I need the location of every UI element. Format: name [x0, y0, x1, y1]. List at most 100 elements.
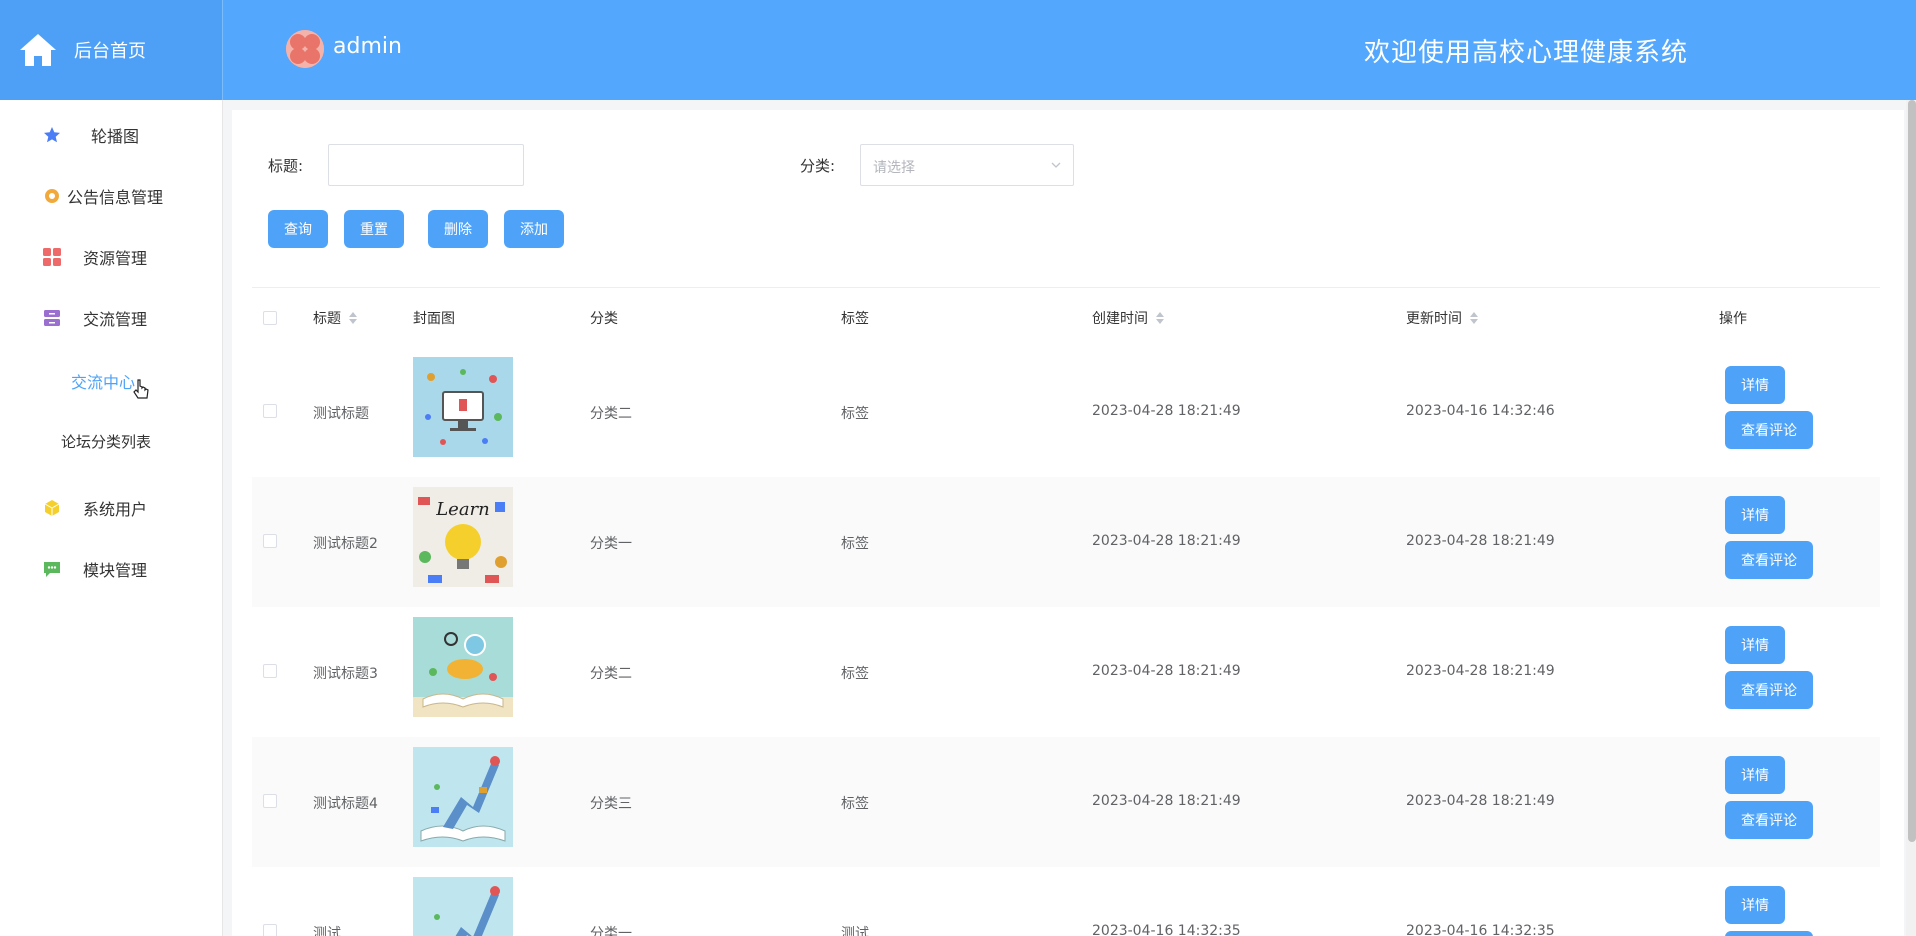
column-header-updated[interactable]: 更新时间 — [1406, 308, 1478, 328]
home-icon — [20, 34, 56, 66]
row-updated: 2023-04-16 14:32:46 — [1406, 403, 1555, 419]
row-tag: 标签 — [841, 666, 869, 682]
detail-button[interactable]: 详情 — [1725, 626, 1785, 664]
row-created: 2023-04-28 18:21:49 — [1092, 533, 1241, 549]
title-filter-input[interactable] — [328, 144, 524, 186]
archive-icon — [43, 309, 61, 327]
add-button[interactable]: 添加 — [504, 210, 564, 248]
sort-icon[interactable] — [1470, 312, 1478, 324]
sidebar-item-label: 模块管理 — [83, 561, 148, 580]
cube-icon — [43, 499, 61, 517]
chat-icon — [43, 560, 61, 578]
view-comments-button[interactable]: 查看评论 — [1725, 411, 1813, 449]
row-checkbox[interactable] — [263, 924, 277, 936]
row-category: 分类一 — [590, 536, 632, 552]
row-updated: 2023-04-16 14:32:35 — [1406, 923, 1555, 936]
sidebar: 轮播图 公告信息管理 资源管理 交流管理 交流中心 论坛分类列表 系统用户 模块… — [0, 100, 223, 936]
detail-button[interactable]: 详情 — [1725, 756, 1785, 794]
table-header: 标题 封面图 分类 标签 创建时间 更新时间 操作 — [252, 287, 1880, 347]
sidebar-item-label: 轮播图 — [91, 127, 140, 146]
cover-image: Learn — [413, 487, 513, 587]
column-header-created[interactable]: 创建时间 — [1092, 308, 1164, 328]
cursor-icon — [133, 379, 149, 399]
home-label: 后台首页 — [74, 41, 146, 62]
table-row: 测试 分类一 测试 2023-04-16 14:32:35 2023-04-16… — [252, 867, 1880, 936]
query-button[interactable]: 查询 — [268, 210, 328, 248]
row-checkbox[interactable] — [263, 794, 277, 808]
category-filter-label: 分类: — [800, 157, 836, 175]
category-select-placeholder: 请选择 — [873, 160, 915, 176]
svg-text:Learn: Learn — [435, 499, 490, 520]
admin-username[interactable]: admin — [333, 34, 402, 59]
welcome-title: 欢迎使用高校心理健康系统 — [1364, 38, 1689, 68]
row-title: 测试标题 — [313, 406, 369, 422]
sidebar-item-users[interactable]: 系统用户 — [0, 488, 223, 528]
cover-image — [413, 617, 513, 717]
sidebar-item-label: 交流管理 — [83, 310, 148, 329]
cover-image — [413, 877, 513, 936]
row-category: 分类二 — [590, 406, 632, 422]
table-row: 测试标题4 分类三 标签 2023-04-28 18:21:49 2023-04… — [252, 737, 1880, 867]
title-filter-label: 标题: — [268, 157, 304, 175]
cover-image — [413, 747, 513, 847]
home-link[interactable]: 后台首页 — [0, 0, 223, 100]
reset-button[interactable]: 重置 — [344, 210, 404, 248]
view-comments-button[interactable]: 查看评论 — [1725, 541, 1813, 579]
row-tag: 标签 — [841, 406, 869, 422]
row-updated: 2023-04-28 18:21:49 — [1406, 793, 1555, 809]
detail-button[interactable]: 详情 — [1725, 366, 1785, 404]
view-comments-button[interactable]: 查看评论 — [1725, 671, 1813, 709]
column-header-cover: 封面图 — [413, 311, 455, 327]
row-title: 测试 — [313, 926, 341, 936]
row-title: 测试标题3 — [313, 666, 378, 682]
sidebar-item-notices[interactable]: 公告信息管理 — [0, 176, 223, 216]
sidebar-item-label: 系统用户 — [83, 500, 148, 519]
sidebar-item-modules[interactable]: 模块管理 — [0, 549, 223, 589]
row-category: 分类三 — [590, 796, 632, 812]
detail-button[interactable]: 详情 — [1725, 886, 1785, 924]
column-header-title[interactable]: 标题 — [313, 308, 357, 328]
sidebar-item-resources[interactable]: 资源管理 — [0, 237, 223, 277]
gear-icon — [43, 187, 61, 205]
row-tag: 标签 — [841, 536, 869, 552]
sidebar-item-label: 资源管理 — [83, 249, 148, 268]
sidebar-subitem-exchange-center[interactable]: 交流中心 — [71, 369, 135, 393]
row-tag: 标签 — [841, 796, 869, 812]
table-row: 测试标题3 分类二 标签 2023-04-28 18:21:49 2023-04… — [252, 607, 1880, 737]
sidebar-item-carousel[interactable]: 轮播图 — [0, 115, 223, 155]
grid-icon — [43, 248, 61, 266]
star-icon — [43, 126, 61, 144]
chevron-down-icon — [1051, 162, 1061, 168]
row-checkbox[interactable] — [263, 664, 277, 678]
row-updated: 2023-04-28 18:21:49 — [1406, 533, 1555, 549]
delete-button[interactable]: 删除 — [428, 210, 488, 248]
detail-button[interactable]: 详情 — [1725, 496, 1785, 534]
avatar[interactable] — [286, 30, 324, 68]
cover-image — [413, 357, 513, 457]
column-header-category: 分类 — [590, 311, 618, 327]
table-row: 测试标题 分类二 标签 2023-04-28 18:21:49 2023-04-… — [252, 347, 1880, 477]
row-updated: 2023-04-28 18:21:49 — [1406, 663, 1555, 679]
table-row: 测试标题2 Learn 分类一 标签 2023-04-28 18:21:49 2… — [252, 477, 1880, 607]
row-title: 测试标题4 — [313, 796, 378, 812]
row-created: 2023-04-28 18:21:49 — [1092, 793, 1241, 809]
row-created: 2023-04-28 18:21:49 — [1092, 663, 1241, 679]
row-checkbox[interactable] — [263, 404, 277, 418]
view-comments-button[interactable]: 查看评论 — [1725, 931, 1813, 936]
row-checkbox[interactable] — [263, 534, 277, 548]
sidebar-item-label: 公告信息管理 — [67, 188, 164, 207]
sort-icon[interactable] — [349, 312, 357, 324]
view-comments-button[interactable]: 查看评论 — [1725, 801, 1813, 839]
row-title: 测试标题2 — [313, 536, 378, 552]
scrollbar-thumb[interactable] — [1908, 100, 1916, 842]
sort-icon[interactable] — [1156, 312, 1164, 324]
column-header-actions: 操作 — [1719, 311, 1747, 327]
row-created: 2023-04-16 14:32:35 — [1092, 923, 1241, 936]
category-select[interactable]: 请选择 — [860, 144, 1074, 186]
sidebar-item-communication[interactable]: 交流管理 — [0, 298, 223, 338]
select-all-checkbox[interactable] — [263, 311, 277, 325]
row-category: 分类一 — [590, 926, 632, 936]
row-tag: 测试 — [841, 926, 869, 936]
sidebar-subitem-forum-categories[interactable]: 论坛分类列表 — [61, 431, 151, 452]
column-header-tag: 标签 — [841, 311, 869, 327]
